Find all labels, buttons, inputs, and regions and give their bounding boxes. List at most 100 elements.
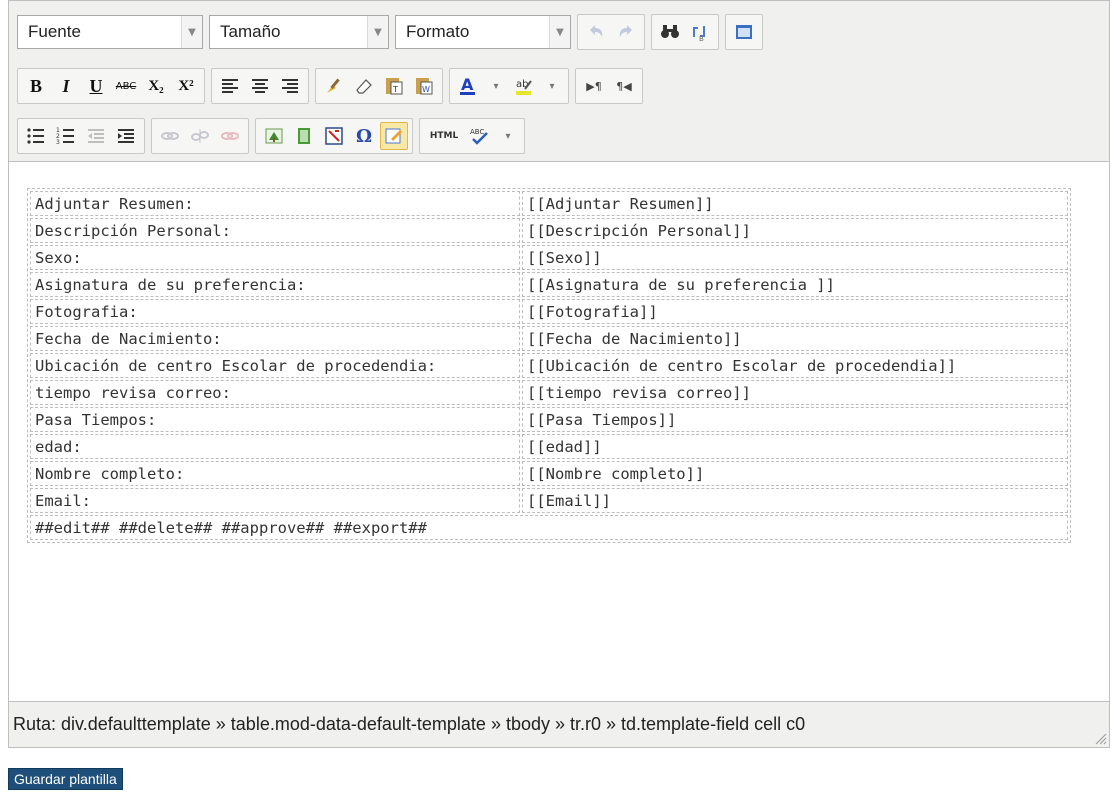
template-row: Fotografia: [[Fotografia]]	[30, 299, 1068, 324]
clipboard-group: T W	[315, 68, 443, 104]
toolbar-row-2: B I U ABC X₂ X² T W A ▾ ab ▾ ▶¶ ¶◀	[17, 67, 643, 105]
numbered-list-icon[interactable]: 123	[52, 122, 80, 150]
template-field-label[interactable]: Fecha de Nacimiento:	[30, 326, 520, 351]
template-row: Fecha de Nacimiento: [[Fecha de Nacimient…	[30, 326, 1068, 351]
outdent-icon[interactable]	[82, 122, 110, 150]
ltr-icon[interactable]: ▶¶	[580, 72, 608, 100]
indent-icon[interactable]	[112, 122, 140, 150]
template-row: Asignatura de su preferencia: [[Asignatur…	[30, 272, 1068, 297]
font-size-select[interactable]: Tamaño ▼	[209, 15, 389, 49]
template-row: Pasa Tiempos: [[Pasa Tiempos]]	[30, 407, 1068, 432]
chevron-down-icon[interactable]: ▼	[181, 16, 202, 48]
find-replace-icon[interactable]: B	[686, 18, 714, 46]
chevron-down-icon[interactable]: ▾	[496, 122, 520, 150]
insert-image-icon[interactable]	[260, 122, 288, 150]
save-template-button[interactable]: Guardar plantilla	[8, 768, 123, 790]
link-icon[interactable]	[156, 122, 184, 150]
align-right-icon[interactable]	[276, 72, 304, 100]
undo-icon[interactable]	[582, 18, 610, 46]
text-color-icon[interactable]: A	[454, 72, 482, 100]
svg-text:3: 3	[56, 139, 60, 146]
template-field-tag[interactable]: [[Descripción Personal]]	[522, 218, 1068, 243]
template-field-label[interactable]: Email:	[30, 488, 520, 513]
paste-text-icon[interactable]: T	[380, 72, 408, 100]
template-row: Sexo: [[Sexo]]	[30, 245, 1068, 270]
bold-button[interactable]: B	[22, 72, 50, 100]
toolbar-row-1: Fuente ▼ Tamaño ▼ Formato ▼ B	[17, 13, 763, 51]
eraser-icon[interactable]	[350, 72, 378, 100]
template-field-label[interactable]: tiempo revisa correo:	[30, 380, 520, 405]
align-left-icon[interactable]	[216, 72, 244, 100]
template-field-label[interactable]: Pasa Tiempos:	[30, 407, 520, 432]
underline-button[interactable]: U	[82, 72, 110, 100]
spellcheck-icon[interactable]: ABC	[466, 122, 494, 150]
template-field-tag[interactable]: [[Fecha de Nacimiento]]	[522, 326, 1068, 351]
editor-content-area[interactable]: Adjuntar Resumen: [[Adjuntar Resumen]] Des…	[9, 161, 1109, 701]
template-row: tiempo revisa correo: [[tiempo revisa cor…	[30, 380, 1068, 405]
template-field-tag[interactable]: [[Nombre completo]]	[522, 461, 1068, 486]
superscript-button[interactable]: X²	[172, 72, 200, 100]
html-source-button[interactable]: HTML	[424, 122, 464, 150]
template-field-label[interactable]: Nombre completo:	[30, 461, 520, 486]
search-group: B	[651, 14, 719, 50]
align-center-icon[interactable]	[246, 72, 274, 100]
chevron-down-icon[interactable]: ▾	[540, 72, 564, 100]
font-family-select[interactable]: Fuente ▼	[17, 15, 203, 49]
svg-text:ABC: ABC	[470, 128, 484, 136]
template-field-tag[interactable]: [[tiempo revisa correo]]	[522, 380, 1068, 405]
template-row: Adjuntar Resumen: [[Adjuntar Resumen]]	[30, 191, 1068, 216]
bullet-list-icon[interactable]	[22, 122, 50, 150]
resize-handle-icon[interactable]	[1093, 731, 1107, 745]
format-select-label: Formato	[406, 22, 470, 41]
nolink-icon[interactable]	[216, 122, 244, 150]
paste-word-icon[interactable]: W	[410, 72, 438, 100]
source-group: HTML ABC ▾	[419, 118, 525, 154]
template-field-tag[interactable]: [[Sexo]]	[522, 245, 1068, 270]
link-group	[151, 118, 249, 154]
template-field-tag[interactable]: [[Fotografia]]	[522, 299, 1068, 324]
template-field-label[interactable]: Sexo:	[30, 245, 520, 270]
template-field-label[interactable]: Ubicación de centro Escolar de procedend…	[30, 353, 520, 378]
svg-text:W: W	[422, 85, 430, 94]
template-field-tag[interactable]: [[Pasa Tiempos]]	[522, 407, 1068, 432]
template-field-label[interactable]: Asignatura de su preferencia:	[30, 272, 520, 297]
template-row: edad: [[edad]]	[30, 434, 1068, 459]
template-row: Ubicación de centro Escolar de procedend…	[30, 353, 1068, 378]
italic-button[interactable]: I	[52, 72, 80, 100]
template-field-tag[interactable]: [[edad]]	[522, 434, 1068, 459]
strikethrough-button[interactable]: ABC	[112, 72, 140, 100]
format-select[interactable]: Formato ▼	[395, 15, 571, 49]
template-field-label[interactable]: Fotografia:	[30, 299, 520, 324]
template-field-tag[interactable]: [[Adjuntar Resumen]]	[522, 191, 1068, 216]
template-field-tag[interactable]: [[Email]]	[522, 488, 1068, 513]
template-field-label[interactable]: edad:	[30, 434, 520, 459]
insert-group: Ω	[255, 118, 413, 154]
fullscreen-icon[interactable]	[730, 18, 758, 46]
special-char-icon[interactable]: Ω	[350, 122, 378, 150]
template-field-tag[interactable]: [[Ubicación de centro Escolar de procede…	[522, 353, 1068, 378]
cleanup-brush-icon[interactable]	[320, 72, 348, 100]
chevron-down-icon[interactable]: ▼	[549, 16, 570, 48]
text-style-group: B I U ABC X₂ X²	[17, 68, 205, 104]
unlink-icon[interactable]	[186, 122, 214, 150]
template-field-label[interactable]: Descripción Personal:	[30, 218, 520, 243]
element-path: Ruta: div.defaulttemplate » table.mod-da…	[13, 714, 806, 734]
redo-icon[interactable]	[612, 18, 640, 46]
template-actions-row: ##edit## ##delete## ##approve## ##export…	[30, 515, 1068, 540]
chevron-down-icon[interactable]: ▾	[484, 72, 508, 100]
template-field-tag[interactable]: [[Asignatura de su preferencia ]]	[522, 272, 1068, 297]
insert-table-icon[interactable]	[320, 122, 348, 150]
template-field-label[interactable]: Adjuntar Resumen:	[30, 191, 520, 216]
svg-text:A: A	[461, 75, 474, 94]
edit-template-icon[interactable]	[380, 122, 408, 150]
rtl-icon[interactable]: ¶◀	[610, 72, 638, 100]
subscript-button[interactable]: X₂	[142, 72, 170, 100]
font-size-select-label: Tamaño	[220, 22, 281, 41]
find-binoculars-icon[interactable]	[656, 18, 684, 46]
chevron-down-icon[interactable]: ▼	[367, 16, 388, 48]
direction-group: ▶¶ ¶◀	[575, 68, 643, 104]
insert-media-icon[interactable]	[290, 122, 318, 150]
template-actions[interactable]: ##edit## ##delete## ##approve## ##export…	[30, 515, 1068, 540]
highlight-color-icon[interactable]: ab	[510, 72, 538, 100]
undo-redo-group	[577, 14, 645, 50]
